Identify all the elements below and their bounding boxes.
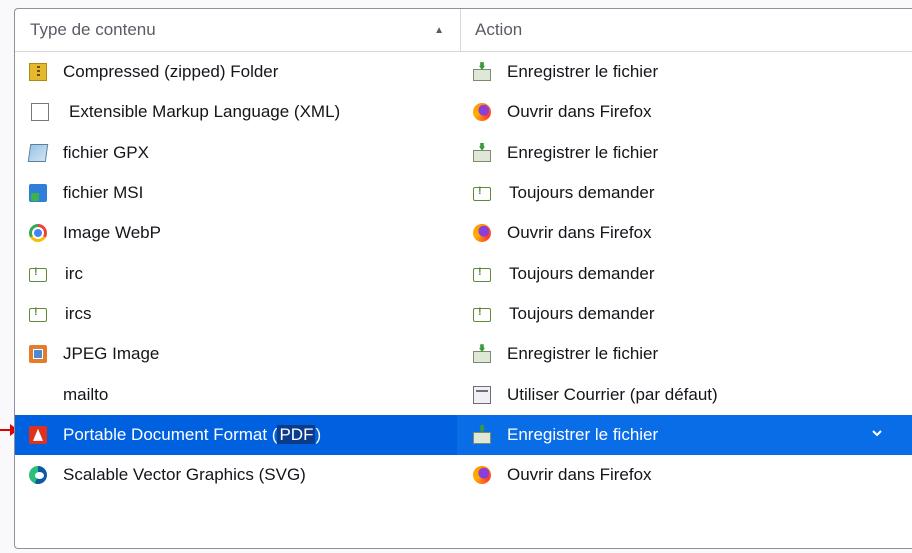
sort-ascending-icon: ▲	[434, 24, 444, 36]
column-header-action[interactable]: Action	[461, 20, 522, 40]
content-type-label: ircs	[65, 303, 92, 323]
action-label: Ouvrir dans Firefox	[507, 102, 652, 122]
table-row[interactable]: ircs Toujours demander	[15, 294, 912, 334]
ask-icon	[473, 266, 491, 282]
action-label: Enregistrer le fichier	[507, 142, 659, 162]
action-label: Toujours demander	[509, 263, 655, 283]
save-file-icon	[473, 149, 491, 162]
mail-app-icon	[473, 385, 491, 404]
table-row[interactable]: irc Toujours demander	[15, 253, 912, 293]
table-row[interactable]: mailto Utiliser Courrier (par défaut)	[15, 374, 912, 414]
action-label: Toujours demander	[509, 183, 655, 203]
ask-icon	[473, 306, 491, 322]
firefox-icon	[473, 103, 491, 122]
content-type-prefix: Portable Document Format (	[63, 424, 278, 444]
action-label: Utiliser Courrier (par défaut)	[507, 384, 718, 404]
search-highlight: PDF	[277, 424, 316, 444]
table-row-selected[interactable]: Portable Document Format (PDF) Enregistr…	[15, 414, 912, 455]
content-type-label: Image WebP	[63, 223, 161, 243]
table-header: Type de contenu ▲ Action	[15, 9, 912, 52]
firefox-icon	[473, 224, 491, 243]
table-row[interactable]: fichier GPX Enregistrer le fichier	[15, 133, 912, 173]
content-type-label: Scalable Vector Graphics (SVG)	[63, 465, 306, 485]
content-type-label: fichier GPX	[63, 142, 149, 162]
msi-installer-icon	[29, 184, 47, 203]
action-label: Enregistrer le fichier	[507, 62, 659, 82]
action-label: Ouvrir dans Firefox	[507, 465, 652, 485]
table-row[interactable]: Compressed (zipped) Folder Enregistrer l…	[15, 52, 912, 92]
ask-icon	[473, 185, 491, 202]
chevron-down-icon[interactable]	[872, 428, 882, 438]
gpx-file-icon	[27, 143, 49, 162]
content-type-label: Compressed (zipped) Folder	[63, 62, 279, 82]
action-header-label: Action	[475, 20, 523, 39]
chat-icon	[29, 266, 47, 282]
table-row[interactable]: JPEG Image Enregistrer le fichier	[15, 334, 912, 374]
action-dropdown[interactable]: Enregistrer le fichier	[457, 414, 912, 455]
firefox-icon	[473, 466, 491, 485]
chrome-icon	[29, 224, 47, 243]
content-type-label: Portable Document Format (PDF)	[63, 424, 322, 445]
action-label: Enregistrer le fichier	[507, 344, 659, 364]
content-type-label: fichier MSI	[63, 183, 144, 203]
table-row[interactable]: fichier MSI Toujours demander	[15, 173, 912, 213]
applications-table: Type de contenu ▲ Action Compressed (zip…	[14, 8, 912, 549]
save-file-icon	[473, 431, 491, 444]
action-label: Ouvrir dans Firefox	[507, 223, 652, 243]
chat-icon	[29, 306, 47, 322]
zip-folder-icon	[29, 63, 47, 82]
content-type-suffix: )	[315, 424, 322, 444]
content-type-label: JPEG Image	[63, 344, 160, 364]
content-type-header-label: Type de contenu	[30, 20, 156, 39]
table-row[interactable]: Scalable Vector Graphics (SVG) Ouvrir da…	[15, 455, 912, 495]
pdf-icon	[29, 425, 47, 444]
save-file-icon	[473, 351, 491, 364]
document-icon	[31, 103, 49, 122]
content-type-label: Extensible Markup Language (XML)	[69, 102, 341, 122]
save-file-icon	[473, 69, 491, 82]
content-type-label: mailto	[63, 384, 109, 404]
edge-icon	[29, 466, 47, 485]
action-label: Enregistrer le fichier	[507, 424, 659, 444]
content-type-label: irc	[65, 263, 83, 283]
image-icon	[29, 345, 47, 364]
table-row[interactable]: Image WebP Ouvrir dans Firefox	[15, 213, 912, 253]
column-header-content-type[interactable]: Type de contenu ▲	[15, 9, 461, 51]
blank-icon	[29, 386, 47, 404]
table-row[interactable]: Extensible Markup Language (XML) Ouvrir …	[15, 92, 912, 132]
action-label: Toujours demander	[509, 303, 655, 323]
